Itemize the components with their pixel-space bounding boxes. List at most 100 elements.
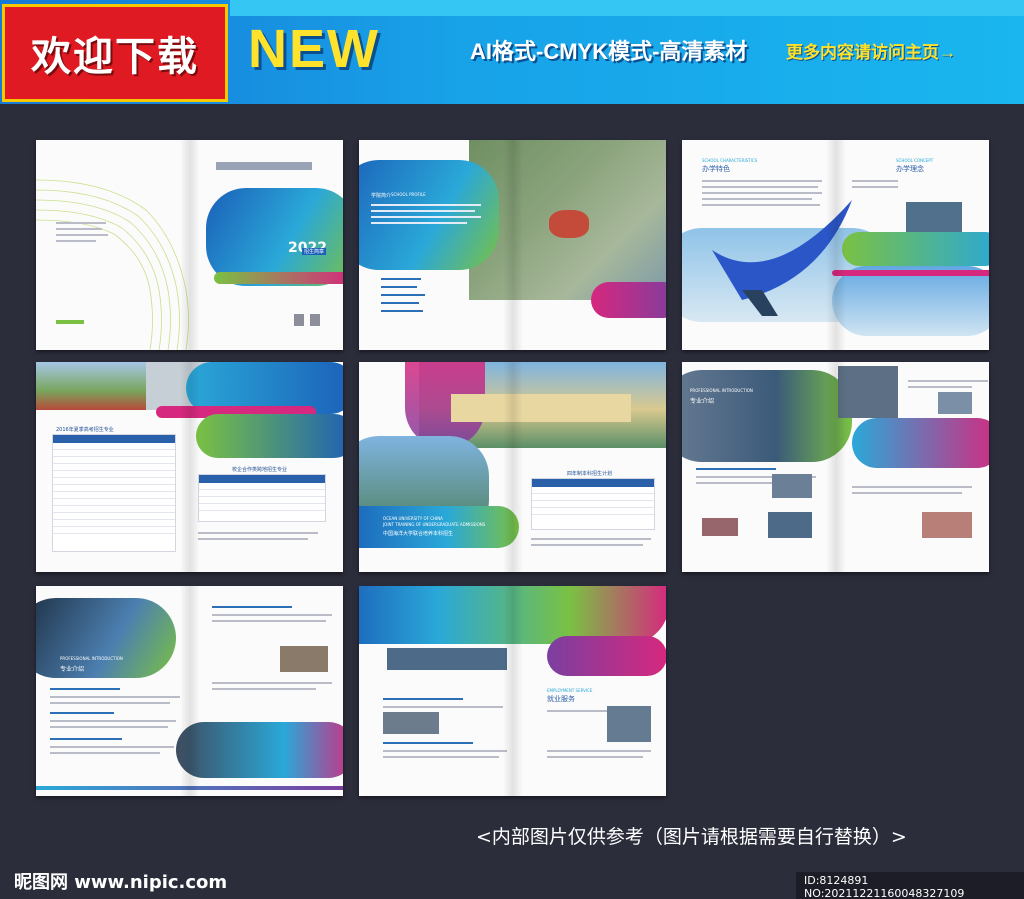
table-title: 2016年夏季高考招生专业 — [56, 427, 114, 433]
contact-line — [56, 234, 108, 236]
table-title: 四年制本科招生计划 — [567, 471, 613, 477]
text-line — [371, 204, 481, 206]
table-row — [53, 471, 175, 478]
welcome-download-badge[interactable]: 欢迎下载 — [2, 4, 228, 102]
team-photo-pill — [852, 418, 989, 468]
graduates-photo-pill — [547, 636, 666, 676]
text-line — [381, 310, 423, 312]
spread-fold — [179, 140, 200, 350]
text-line — [371, 222, 467, 224]
text-line — [50, 712, 114, 714]
event-photo — [922, 512, 972, 538]
format-label: AI格式-CMYK模式-高清素材 — [470, 39, 748, 64]
professional-title: 专业介绍 — [690, 398, 715, 405]
text-line — [371, 216, 481, 218]
cover-accent-bar — [214, 272, 343, 284]
text-line — [50, 702, 170, 704]
table-header — [199, 475, 325, 483]
brochure-spread-cover[interactable]: 2022 招生简章 — [36, 140, 343, 350]
text-line — [547, 756, 643, 758]
brochure-spread-plan[interactable]: 2016年夏季高考招生专业 校企合作类跨地招生专业 — [36, 362, 343, 572]
spread-fold — [502, 362, 523, 572]
text-line — [381, 278, 421, 280]
table-header — [532, 479, 654, 487]
spread-fold — [825, 362, 846, 572]
site-logo[interactable]: 昵图网 www.nipic.com — [14, 868, 227, 894]
caption-pill — [359, 506, 519, 548]
group-photo — [387, 648, 507, 670]
text-line — [908, 386, 972, 388]
caption-en-1: OCEAN UNIVERSITY OF CHINA — [383, 516, 443, 521]
profile-title: 学院简介 — [371, 193, 392, 199]
spread-fold — [825, 140, 846, 350]
workshop-photo — [768, 512, 812, 538]
more-content-link[interactable]: 更多内容请访问主页→ — [786, 38, 956, 63]
table-row — [53, 506, 175, 513]
brochure-spread-characteristics[interactable]: SCHOOL CHARACTERISTICS 办学特色 SCHOOL CONCE… — [682, 140, 989, 350]
partnership-table — [198, 474, 326, 522]
text-line — [547, 750, 651, 752]
text-line — [383, 742, 473, 744]
text-line — [908, 380, 988, 382]
lab-photo-pill — [36, 598, 176, 678]
brochure-spread-profile[interactable]: 学院简介 SCHOOL PROFILE — [359, 140, 666, 350]
table-row — [53, 450, 175, 457]
spread-fold — [179, 586, 200, 796]
table-row — [199, 490, 325, 497]
brochure-spread-professional[interactable]: PROFESSIONAL INTRODUCTION 专业介绍 — [682, 362, 989, 572]
table-row — [199, 483, 325, 490]
magenta-pill — [591, 282, 666, 318]
table-row — [53, 513, 175, 520]
text-line — [50, 688, 120, 690]
employment-title-en: EMPLOYMENT SERVICE — [547, 688, 593, 693]
school-logo — [216, 162, 312, 170]
text-line — [381, 294, 425, 296]
enrollment-table — [52, 434, 176, 552]
training-photo — [772, 474, 812, 498]
banner-strip — [230, 0, 1024, 16]
text-line — [212, 614, 332, 616]
text-line — [50, 720, 176, 722]
table-row — [53, 499, 175, 506]
career-photo — [607, 706, 651, 742]
brochure-spread-employment[interactable]: EMPLOYMENT SERVICE 就业服务 — [359, 586, 666, 796]
text-line — [696, 468, 776, 470]
text-line — [381, 286, 417, 288]
workshop-photo — [280, 646, 328, 672]
text-line — [50, 726, 168, 728]
employment-title: 就业服务 — [547, 695, 575, 703]
brochure-spread-intro[interactable]: PROFESSIONAL INTRODUCTION 专业介绍 — [36, 586, 343, 796]
text-line — [383, 706, 503, 708]
stadium-graphic — [549, 210, 589, 238]
qr-code — [294, 314, 304, 326]
profile-title-en: SCHOOL PROFILE — [391, 192, 426, 197]
class-photo — [702, 518, 738, 536]
table-row — [532, 501, 654, 508]
text-line — [212, 606, 292, 608]
text-line — [383, 756, 499, 758]
table-row — [199, 504, 325, 511]
table-row — [199, 497, 325, 504]
text-line — [50, 738, 122, 740]
text-line — [212, 688, 316, 690]
table-header — [53, 435, 175, 443]
table-row — [53, 527, 175, 534]
meeting-photo-pill — [176, 722, 343, 778]
text-line — [50, 746, 174, 748]
text-line — [383, 750, 507, 752]
text-line — [371, 210, 475, 212]
caption-en-2: JOINT TRAINING OF UNDERGRADUATE ADMISSIO… — [383, 522, 486, 527]
header-banner: 欢迎下载 NEW AI格式-CMYK模式-高清素材 更多内容请访问主页→ — [0, 0, 1024, 104]
table-row — [53, 485, 175, 492]
spread-fold — [179, 362, 200, 572]
table-row — [53, 478, 175, 485]
brochure-spread-ocean[interactable]: OCEAN UNIVERSITY OF CHINA JOINT TRAINING… — [359, 362, 666, 572]
contact-line — [56, 228, 102, 230]
table-row — [532, 494, 654, 501]
professional-title-en: PROFESSIONAL INTRODUCTION — [690, 388, 753, 393]
undergrad-table — [531, 478, 655, 530]
text-line — [383, 698, 463, 700]
text-line — [50, 696, 180, 698]
green-accent-pill — [842, 232, 989, 266]
cover-subtitle: 招生简章 — [302, 248, 327, 255]
